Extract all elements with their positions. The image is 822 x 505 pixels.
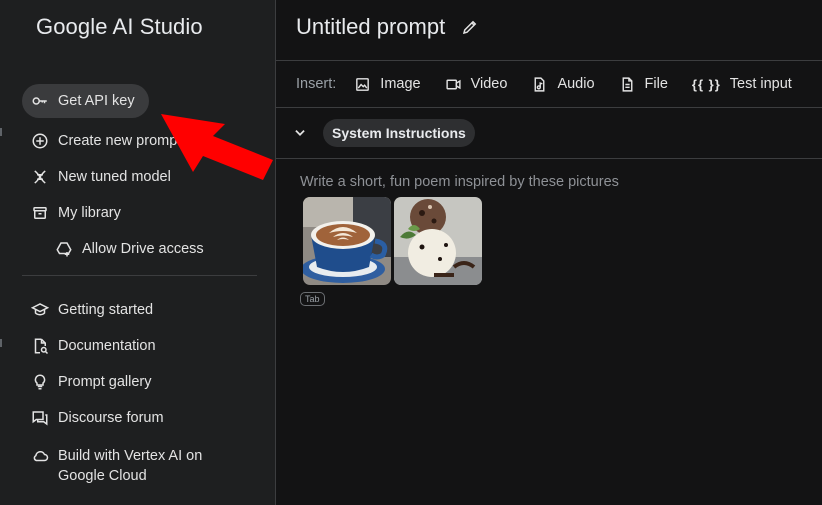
page-title[interactable]: Untitled prompt bbox=[296, 14, 445, 40]
insert-file-button[interactable]: File bbox=[619, 76, 668, 93]
edit-title-button[interactable] bbox=[461, 18, 479, 36]
sidebar: Google AI Studio Get API key Create new … bbox=[0, 0, 276, 505]
edge-indicator bbox=[0, 339, 2, 347]
sidebar-item-label: Allow Drive access bbox=[82, 241, 204, 257]
insert-image-button[interactable]: Image bbox=[354, 76, 421, 93]
key-icon bbox=[31, 92, 49, 110]
sidebar-item-label: Documentation bbox=[58, 338, 156, 354]
brand-title: Google AI Studio bbox=[36, 14, 203, 39]
test-input-icon: {{ }} bbox=[691, 76, 721, 92]
sidebar-item-discourse-forum[interactable]: Discourse forum bbox=[22, 401, 164, 435]
insert-label: Insert: bbox=[296, 76, 337, 92]
plus-circle-icon bbox=[31, 132, 49, 150]
annotation-arrow-icon bbox=[161, 114, 273, 180]
ice-cream-image[interactable] bbox=[394, 197, 482, 285]
insert-audio-button[interactable]: Audio bbox=[531, 76, 595, 93]
sidebar-item-label: Prompt gallery bbox=[58, 374, 152, 390]
insert-test-input-button[interactable]: {{ }} Test input bbox=[692, 76, 792, 92]
tuned-model-icon bbox=[31, 168, 49, 186]
chevron-down-icon[interactable] bbox=[293, 126, 307, 140]
sidebar-item-label: Getting started bbox=[58, 302, 154, 318]
sidebar-item-build-with-vertex[interactable]: Build with Vertex AI on Google Cloud bbox=[22, 446, 202, 492]
main-panel: Untitled prompt Insert: Image Video Audi… bbox=[276, 0, 822, 505]
sidebar-item-label: New tuned model bbox=[58, 169, 171, 185]
sidebar-item-allow-drive-access[interactable]: Allow Drive access bbox=[46, 232, 204, 266]
library-icon bbox=[31, 204, 49, 222]
sidebar-item-documentation[interactable]: Documentation bbox=[22, 329, 156, 363]
lightbulb-icon bbox=[31, 373, 49, 391]
insert-video-button[interactable]: Video bbox=[445, 76, 507, 93]
doc-search-icon bbox=[31, 337, 49, 355]
sidebar-item-label: Discourse forum bbox=[58, 410, 164, 426]
audio-icon bbox=[534, 76, 545, 92]
pencil-icon bbox=[463, 20, 477, 35]
sidebar-item-get-api-key[interactable]: Get API key bbox=[22, 84, 149, 118]
edge-indicator bbox=[0, 128, 2, 136]
sidebar-item-getting-started[interactable]: Getting started bbox=[22, 293, 153, 327]
forum-icon bbox=[31, 409, 49, 427]
sidebar-item-new-tuned-model[interactable]: New tuned model bbox=[22, 160, 171, 194]
tab-hint-badge: Tab bbox=[300, 292, 325, 306]
cloud-icon bbox=[31, 447, 49, 465]
title-row: Untitled prompt bbox=[296, 14, 479, 40]
file-icon bbox=[622, 76, 632, 92]
insert-toolbar: Insert: Image Video Audio File {{ }} Tes… bbox=[276, 60, 822, 108]
latte-art-image[interactable] bbox=[303, 197, 391, 285]
system-instructions-row[interactable]: System Instructions bbox=[276, 108, 822, 159]
prompt-input[interactable]: Write a short, fun poem inspired by thes… bbox=[300, 174, 619, 190]
drive-add-icon bbox=[55, 240, 73, 258]
sidebar-divider bbox=[22, 275, 257, 276]
video-icon bbox=[446, 79, 461, 89]
sidebar-item-label: My library bbox=[58, 205, 121, 221]
sidebar-item-prompt-gallery[interactable]: Prompt gallery bbox=[22, 365, 151, 399]
graduation-cap-icon bbox=[31, 301, 49, 319]
sidebar-item-label: Get API key bbox=[58, 93, 135, 109]
image-icon bbox=[356, 77, 370, 91]
sidebar-item-label: Build with Vertex AI on Google Cloud bbox=[58, 448, 203, 484]
sidebar-item-my-library[interactable]: My library bbox=[22, 196, 121, 230]
system-instructions-label[interactable]: System Instructions bbox=[323, 119, 475, 147]
